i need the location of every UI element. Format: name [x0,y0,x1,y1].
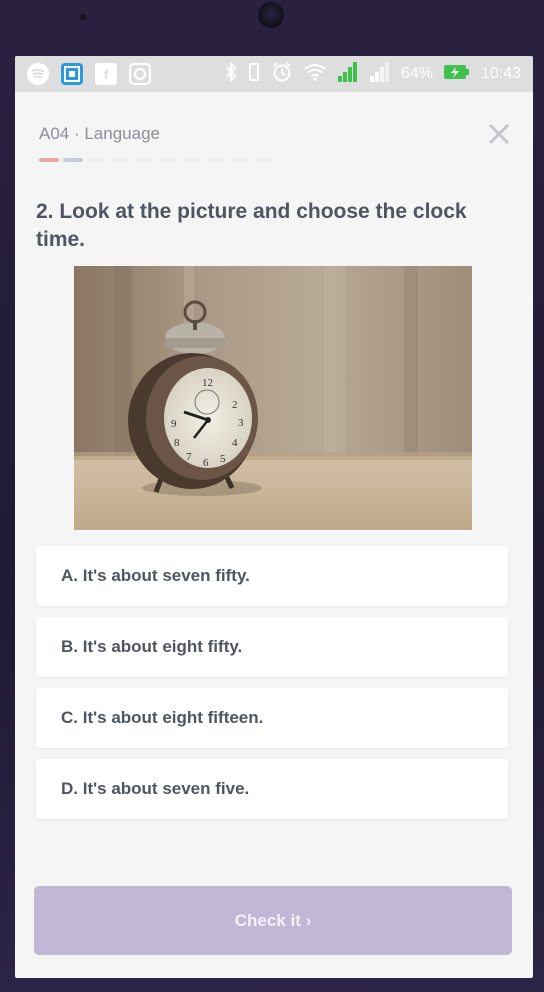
progress-segment [183,158,203,162]
svg-text:4: 4 [232,437,238,449]
svg-text:12: 12 [202,377,213,389]
front-camera [258,2,284,28]
signal-icon [337,61,359,88]
device-bezel-top [0,0,544,56]
alarm-clock-picture: 12 2 3 4 5 6 7 8 9 [74,266,472,530]
svg-text:2: 2 [232,399,238,411]
answer-option-d[interactable]: D. It's about seven five. [36,759,508,819]
answer-option-b[interactable]: B. It's about eight fifty. [36,617,508,677]
answer-option-label: A. It's about seven fifty. [61,566,250,585]
question-image: 12 2 3 4 5 6 7 8 9 [74,266,472,530]
bluetooth-icon [225,61,237,87]
svg-text:7: 7 [186,451,192,463]
instagram-icon [129,63,151,85]
svg-text:5: 5 [220,453,226,465]
proximity-sensor [78,12,88,22]
app-screen: f 64% 10:43 A04 · Language 2. Look at th… [15,56,533,978]
answer-option-label: B. It's about eight fifty. [61,637,243,656]
spotify-icon [27,63,49,85]
lesson-title: A04 · Language [39,124,160,143]
close-icon[interactable] [485,120,513,148]
progress-segment [135,158,155,162]
progress-segment [39,158,59,162]
image-app-icon [61,63,83,85]
svg-text:9: 9 [171,418,177,430]
wifi-icon [303,62,327,87]
progress-segment [63,158,83,162]
answer-option-label: D. It's about seven five. [61,779,250,798]
status-bar: f 64% 10:43 [15,56,533,92]
svg-text:6: 6 [203,457,209,469]
svg-text:8: 8 [174,437,180,449]
facebook-icon: f [95,63,117,85]
lesson-header: A04 · Language [15,92,533,196]
answer-option-c[interactable]: C. It's about eight fifteen. [36,688,508,748]
progress-segment [111,158,131,162]
battery-charging-icon [443,63,471,86]
progress-segment [87,158,107,162]
lesson-progress [39,158,509,162]
check-it-label: Check it › [234,910,312,930]
clock-time: 10:43 [480,65,521,82]
progress-segment [159,158,179,162]
answer-option-label: C. It's about eight fifteen. [61,708,264,727]
battery-percent: 64% [400,65,433,82]
progress-segment [255,158,275,162]
progress-segment [207,158,227,162]
answer-option-a[interactable]: A. It's about seven fifty. [36,546,508,606]
svg-text:3: 3 [238,417,244,429]
progress-segment [231,158,251,162]
vibrate-icon [247,62,261,87]
check-it-button[interactable]: Check it › [34,886,512,955]
alarm-icon [271,61,293,88]
question-text: 2. Look at the picture and choose the cl… [36,200,467,251]
signal-icon [369,61,391,88]
